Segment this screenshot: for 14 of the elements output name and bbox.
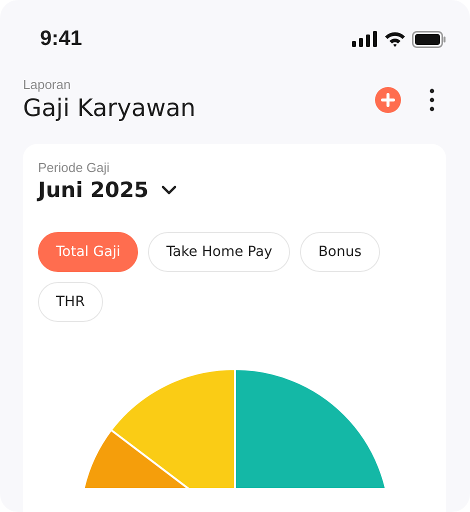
filter-chip[interactable]: Bonus [300,232,380,272]
status-time: 9:41 [40,27,82,51]
wifi-icon [384,31,406,47]
period-label: Periode Gaji [38,160,110,175]
period-value[interactable]: Juni 2025 [38,178,149,202]
filter-chip[interactable]: THR [38,282,103,322]
more-options-icon[interactable] [429,88,435,112]
page-subtitle: Laporan [23,77,72,92]
filter-chip[interactable]: Take Home Pay [148,232,290,272]
page-title: Gaji Karyawan [23,94,197,122]
add-button[interactable] [375,86,401,112]
signal-icon [352,31,378,47]
chevron-down-icon[interactable] [160,185,177,195]
battery-icon [412,30,446,48]
